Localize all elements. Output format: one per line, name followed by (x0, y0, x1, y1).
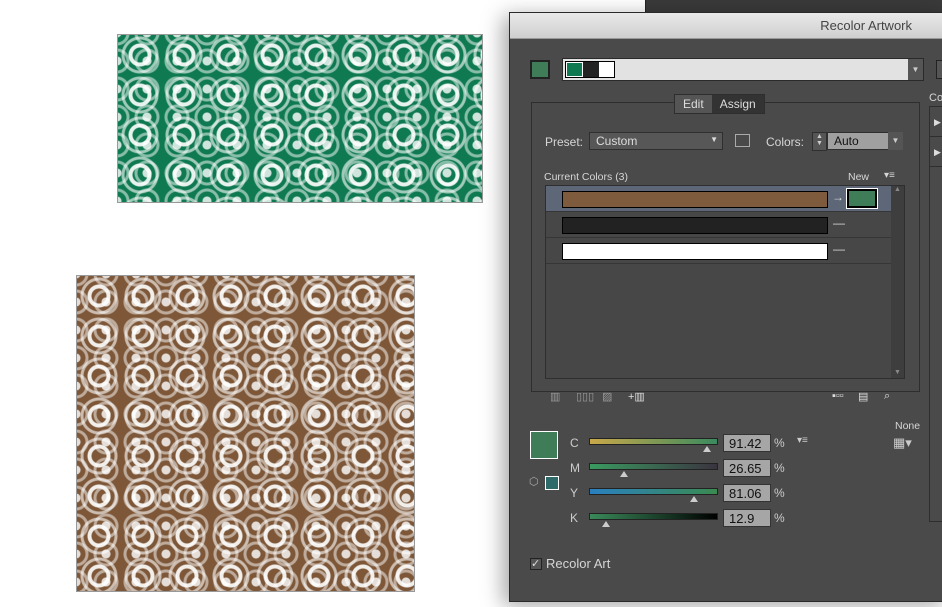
black-value-input[interactable]: 12.9 (723, 509, 771, 527)
randomly-change-order-icon[interactable]: ▪▫▫ (832, 390, 844, 402)
list-menu-icon[interactable]: ▾≡ (884, 170, 895, 181)
tab-assign[interactable]: Assign (711, 95, 764, 113)
yellow-slider[interactable] (589, 488, 718, 502)
slider-thumb[interactable] (703, 446, 711, 452)
recolor-art-checkbox[interactable]: ✓ Recolor Art (530, 556, 610, 571)
color-mode-grid-icon[interactable]: ▦▾ (893, 435, 912, 451)
side-panel-label: Co (929, 92, 942, 104)
find-color-icon[interactable]: ⌕ (884, 390, 890, 403)
scroll-down-icon[interactable]: ▼ (891, 369, 904, 376)
recolor-art-label: Recolor Art (546, 556, 611, 571)
colors-stepper[interactable]: ▲ ▼ (812, 132, 827, 151)
side-panel: ▶ ▶ (929, 106, 942, 522)
new-color-swatch[interactable] (846, 188, 878, 209)
merge-colors-icon[interactable]: ▥ (550, 390, 560, 403)
colors-dropdown[interactable]: Auto ▼ (827, 132, 903, 150)
preset-options-icon[interactable] (735, 134, 750, 147)
chevron-down-icon[interactable]: ▼ (908, 59, 923, 80)
recolor-artwork-dialog: Recolor Artwork ▼ Edit Assign Preset: Cu… (509, 12, 942, 602)
chevron-down-icon: ▼ (710, 135, 718, 144)
group-color-1[interactable] (566, 62, 584, 77)
current-color-bar[interactable] (562, 217, 828, 234)
slider-label: K (570, 511, 579, 525)
tab-bar: Edit Assign (674, 94, 765, 114)
none-label: None (895, 420, 921, 432)
group-color-3[interactable] (598, 62, 614, 77)
new-column-header: New (848, 171, 870, 183)
black-slider[interactable] (589, 513, 718, 527)
list-scrollbar[interactable]: ▲ ▼ (891, 186, 904, 378)
active-color-swatch[interactable] (530, 60, 550, 79)
current-color-bar[interactable] (562, 243, 828, 260)
color-list: → — — ▲ ▼ (545, 185, 905, 379)
cyan-slider[interactable] (589, 438, 718, 452)
gamut-color-swatch[interactable] (545, 476, 559, 490)
colors-label: Colors: (766, 135, 805, 149)
group-color-2[interactable] (583, 62, 599, 77)
percent-label: % (774, 461, 785, 475)
percent-label: % (774, 436, 785, 450)
slider-thumb[interactable] (620, 471, 628, 477)
chevron-down-icon: ▼ (888, 132, 903, 150)
arrow-right-icon[interactable]: → (832, 190, 844, 204)
color-group-field[interactable]: ▼ (562, 58, 924, 81)
current-color-bar[interactable] (562, 191, 828, 208)
current-colors-header: Current Colors (3) (544, 171, 629, 183)
percent-label: % (774, 486, 785, 500)
preset-label: Preset: (545, 135, 584, 149)
preset-value: Custom (596, 134, 638, 148)
magenta-value-input[interactable]: 26.65 (723, 459, 771, 477)
colors-value: Auto (834, 134, 859, 148)
color-row-2[interactable]: — (546, 212, 892, 238)
slider-label: M (570, 461, 580, 475)
magenta-slider[interactable] (589, 463, 718, 477)
tab-edit[interactable]: Edit (675, 95, 712, 113)
checkmark-icon[interactable]: ✓ (530, 557, 542, 570)
expand-arrow-icon[interactable]: ▶ (930, 137, 942, 167)
slider-thumb[interactable] (602, 521, 610, 527)
dash-icon: — (833, 242, 845, 256)
slider-thumb[interactable] (690, 496, 698, 502)
brown-pattern-artwork[interactable] (76, 275, 415, 592)
selected-color-swatch[interactable] (530, 431, 558, 459)
color-row-1[interactable]: → (546, 186, 892, 212)
cyan-value-input[interactable]: 91.42 (723, 434, 771, 452)
exclude-colors-icon[interactable]: ▨ (602, 390, 612, 403)
separate-colors-icon[interactable]: ▯▯▯ (576, 390, 594, 403)
slider-label: Y (570, 486, 579, 500)
dialog-title: Recolor Artwork (510, 13, 942, 39)
slider-menu-icon[interactable]: ▾≡ (797, 435, 808, 446)
side-button[interactable] (936, 60, 942, 79)
percent-label: % (774, 511, 785, 525)
preset-dropdown[interactable]: Custom ▼ (589, 132, 723, 150)
new-row-icon[interactable]: +▥ (628, 390, 645, 403)
scroll-up-icon[interactable]: ▲ (891, 186, 904, 193)
color-row-3[interactable]: — (546, 238, 892, 264)
expand-arrow-icon[interactable]: ▶ (930, 107, 942, 137)
randomly-change-saturation-icon[interactable]: ▤ (858, 390, 868, 403)
dash-icon: — (833, 216, 845, 230)
yellow-value-input[interactable]: 81.06 (723, 484, 771, 502)
out-of-gamut-cube-icon[interactable]: ⬡ (529, 475, 539, 488)
slider-label: C (570, 436, 579, 450)
green-pattern-artwork[interactable] (117, 34, 483, 203)
